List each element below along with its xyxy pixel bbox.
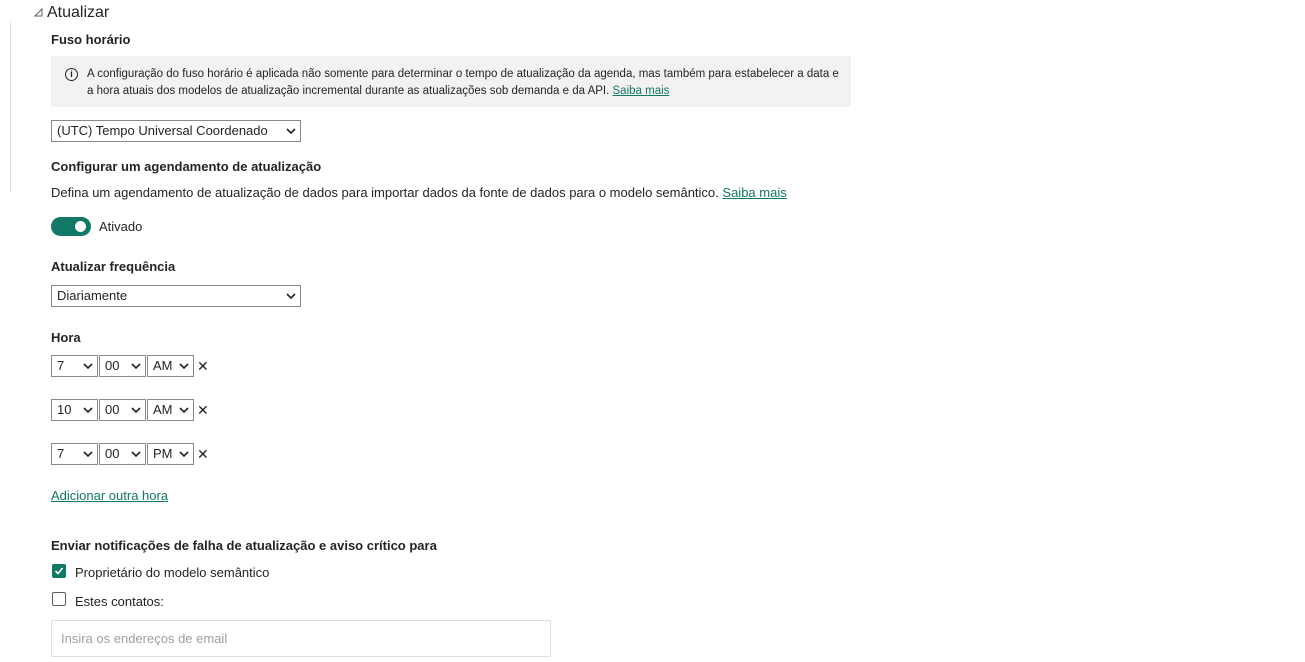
chevron-down-icon (179, 407, 189, 414)
hour-select[interactable]: 7 (51, 443, 98, 465)
minute-value: 00 (105, 358, 120, 373)
toggle-knob (75, 221, 86, 232)
owner-checkbox[interactable] (52, 564, 66, 578)
hour-value: 10 (57, 402, 72, 417)
time-label: Hora (51, 330, 81, 345)
timezone-info-text: A configuração do fuso horário é aplicad… (87, 68, 839, 97)
owner-checkbox-label: Proprietário do modelo semântico (75, 565, 270, 580)
timezone-learn-more-link[interactable]: Saiba mais (613, 85, 670, 97)
minute-select[interactable]: 00 (99, 399, 146, 421)
chevron-down-icon (131, 363, 141, 370)
toggle-label: Ativado (99, 219, 143, 234)
refresh-settings-page: Atualizar Fuso horário i A configuração … (0, 0, 1305, 662)
chevron-down-icon (83, 451, 93, 458)
timezone-info-box: i A configuração do fuso horário é aplic… (51, 56, 851, 107)
timezone-select[interactable]: (UTC) Tempo Universal Coordenado (51, 120, 301, 142)
hour-select[interactable]: 10 (51, 399, 98, 421)
contacts-checkbox-label: Estes contatos: (75, 594, 164, 609)
hour-value: 7 (57, 358, 65, 373)
remove-time-close-icon[interactable]: ✕ (197, 359, 209, 373)
remove-time-close-icon[interactable]: ✕ (197, 403, 209, 417)
chevron-down-icon (179, 451, 189, 458)
minute-value: 00 (105, 446, 120, 461)
frequency-label: Atualizar frequência (51, 259, 176, 274)
minute-select[interactable]: 00 (99, 443, 146, 465)
schedule-description-text: Defina um agendamento de atualização de … (51, 185, 719, 200)
minute-select[interactable]: 00 (99, 355, 146, 377)
add-time-link[interactable]: Adicionar outra hora (51, 488, 168, 503)
chevron-down-icon (286, 293, 296, 300)
frequency-select[interactable]: Diariamente (51, 285, 301, 307)
timezone-selected-value: (UTC) Tempo Universal Coordenado (57, 123, 268, 138)
chevron-down-icon (286, 128, 296, 135)
period-select[interactable]: PM (147, 443, 194, 465)
period-select[interactable]: AM (147, 399, 194, 421)
schedule-heading: Configurar um agendamento de atualização (51, 159, 322, 174)
timezone-label: Fuso horário (51, 32, 131, 47)
chevron-down-icon (83, 363, 93, 370)
section-header-atualizar[interactable]: Atualizar (33, 4, 110, 22)
period-value: AM (153, 358, 173, 373)
hour-value: 7 (57, 446, 65, 461)
schedule-learn-more-link[interactable]: Saiba mais (722, 185, 786, 200)
hour-select[interactable]: 7 (51, 355, 98, 377)
checkmark-icon (54, 567, 64, 575)
period-value: AM (153, 402, 173, 417)
chevron-down-icon (131, 451, 141, 458)
contacts-checkbox[interactable] (52, 592, 66, 606)
schedule-toggle[interactable] (51, 217, 91, 236)
period-select[interactable]: AM (147, 355, 194, 377)
email-addresses-input[interactable] (51, 620, 551, 657)
section-rule (10, 22, 11, 192)
collapse-triangle-icon[interactable] (33, 7, 44, 19)
schedule-description: Defina um agendamento de atualização de … (51, 185, 787, 200)
info-icon: i (65, 68, 78, 81)
chevron-down-icon (83, 407, 93, 414)
notifications-heading: Enviar notificações de falha de atualiza… (51, 538, 437, 553)
period-value: PM (153, 446, 173, 461)
chevron-down-icon (179, 363, 189, 370)
chevron-down-icon (131, 407, 141, 414)
section-title: Atualizar (47, 4, 110, 21)
remove-time-close-icon[interactable]: ✕ (197, 447, 209, 461)
minute-value: 00 (105, 402, 120, 417)
frequency-selected-value: Diariamente (57, 288, 128, 303)
